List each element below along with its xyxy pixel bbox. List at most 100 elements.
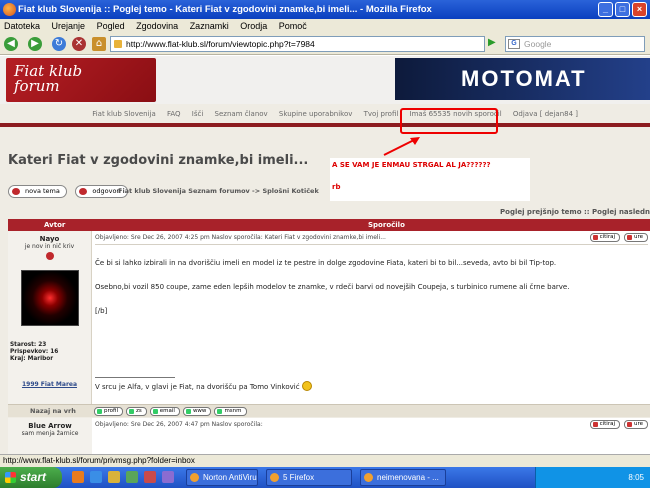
firefox-icon xyxy=(3,3,16,16)
google-icon: G xyxy=(508,39,520,49)
post-author-panel: Nayo je nov in nič kriv Starost: 23 Pris… xyxy=(8,231,92,404)
prev-next-topic-links[interactable]: Poglej prejšnjo temo :: Poglej nasledn xyxy=(500,208,650,216)
quote-button[interactable]: citiraj xyxy=(589,233,620,242)
clock: 8:05 xyxy=(628,473,644,482)
menu-view[interactable]: Pogled xyxy=(97,21,125,31)
next-post-body-panel: Objavljeno: Sre Dec 26, 2007 4:47 pm Nas… xyxy=(92,418,650,454)
quicklaunch-desktop-icon[interactable] xyxy=(126,471,138,483)
quicklaunch-media-icon[interactable] xyxy=(144,471,156,483)
quicklaunch-folder-icon[interactable] xyxy=(108,471,120,483)
close-button[interactable]: × xyxy=(632,2,647,17)
annotation-highlight-box xyxy=(400,108,498,134)
start-button[interactable]: start xyxy=(0,467,62,488)
post-author-rank: je nov in nič kriv xyxy=(24,243,75,250)
site-logo[interactable]: Fiat klub forum xyxy=(6,58,156,102)
page-content: Fiat klub forum MOTOMAT Fiat klub Sloven… xyxy=(0,56,650,454)
site-banner: Fiat klub forum MOTOMAT xyxy=(0,56,650,104)
popup-line1: A SE VAM JE ENMAU STRGAL AL JA?????? xyxy=(332,161,491,169)
go-icon[interactable]: ▶ xyxy=(488,37,498,51)
nav-search[interactable]: Išči xyxy=(192,110,204,118)
post-paragraph: [/b] xyxy=(95,307,108,315)
site-nav: Fiat klub Slovenija FAQ Išči Seznam član… xyxy=(0,106,650,123)
menu-help[interactable]: Pomoč xyxy=(279,21,307,31)
popup-line2: rb xyxy=(332,183,341,191)
author-column-header: Avtor xyxy=(44,221,66,229)
minimize-button[interactable]: _ xyxy=(598,2,613,17)
post-meta: Objavljeno: Sre Dec 26, 2007 4:25 pm Nas… xyxy=(95,234,386,241)
signature-divider xyxy=(95,377,175,378)
breadcrumb[interactable]: Fiat klub Slovenija Seznam forumov -> Sp… xyxy=(118,187,319,195)
avatar xyxy=(20,270,79,326)
nav-logout[interactable]: Odjava [ dejan84 ] xyxy=(513,110,578,118)
next-post-author-panel: Blue Arrow sam menja žarnice xyxy=(8,418,92,454)
home-icon[interactable]: ⌂ xyxy=(92,37,106,51)
nav-faq[interactable]: FAQ xyxy=(167,110,181,118)
next-post-author-name[interactable]: Blue Arrow xyxy=(8,422,92,430)
task-firefox[interactable]: 5 Firefox xyxy=(266,469,352,486)
nav-groups[interactable]: Skupine uporabnikov xyxy=(279,110,352,118)
msnm-button[interactable]: msnm xyxy=(214,407,247,416)
navigation-toolbar: ◀ ▶ ↻ ✕ ⌂ http://www.flat-klub.sl/forum/… xyxy=(0,33,650,55)
email-button[interactable]: email xyxy=(149,407,180,416)
menu-edit[interactable]: Urejanje xyxy=(52,21,86,31)
stop-icon[interactable]: ✕ xyxy=(72,37,86,51)
menu-tools[interactable]: Orodja xyxy=(240,21,267,31)
post-meta-divider xyxy=(95,244,648,245)
window-title-bar: Fiat klub Slovenija :: Poglej temo - Kat… xyxy=(0,0,650,19)
post-paragraph: Če bi si lahko izbirali in na dvoriščiu … xyxy=(95,259,557,267)
menu-file[interactable]: Datoteka xyxy=(4,21,40,31)
forward-icon[interactable]: ▶ xyxy=(28,37,42,51)
banner-ad[interactable]: MOTOMAT xyxy=(395,58,650,100)
profile-button[interactable]: profil xyxy=(94,407,123,416)
signature-text: V srcu je Alfa, v glavi je Fiat, na dvor… xyxy=(95,383,300,391)
next-post-meta: Objavljeno: Sre Dec 26, 2007 4:47 pm Nas… xyxy=(95,421,263,428)
author-age: Starost: 23 xyxy=(10,342,47,348)
task-paint[interactable]: neimenovana - ... xyxy=(360,469,446,486)
posts-table-header: Avtor Sporočilo xyxy=(8,219,650,231)
post-author-name[interactable]: Nayo xyxy=(8,235,91,243)
header-divider xyxy=(0,123,650,127)
address-bar[interactable]: http://www.flat-klub.sl/forum/viewtopic.… xyxy=(110,36,485,52)
taskbar: start Norton AntiVirus 5 Firefox neimeno… xyxy=(0,467,650,488)
quicklaunch-app-icon[interactable] xyxy=(162,471,174,483)
nav-home[interactable]: Fiat klub Slovenija xyxy=(92,110,156,118)
author-car-link[interactable]: 1999 Fiat Marea xyxy=(8,381,91,388)
nav-profile[interactable]: Tvoj profil xyxy=(364,110,399,118)
author-posts: Prispevkov: 16 xyxy=(10,349,59,355)
back-icon[interactable]: ◀ xyxy=(4,37,18,51)
new-topic-button[interactable]: nova tema xyxy=(8,185,67,198)
back-to-top-link[interactable]: Nazaj na vrh xyxy=(30,407,76,415)
maximize-button[interactable]: □ xyxy=(615,2,630,17)
quicklaunch-firefox-icon[interactable] xyxy=(72,471,84,483)
message-column-header: Sporočilo xyxy=(368,221,405,229)
smiley-icon xyxy=(301,381,312,391)
post-footer: Nazaj na vrh profil zs email www msnm xyxy=(8,404,650,417)
post-signature: V srcu je Alfa, v glavi je Fiat, na dvor… xyxy=(95,381,312,391)
system-tray: 8:05 xyxy=(535,467,650,488)
edit-button[interactable]: ure xyxy=(623,233,648,242)
post-paragraph: Osebno,bi vozil 850 coupe, zame eden lep… xyxy=(95,283,570,291)
author-location: Kraj: Maribor xyxy=(10,356,54,362)
annotation-arrow xyxy=(383,137,420,156)
annotation-popup: A SE VAM JE ENMAU STRGAL AL JA?????? rb xyxy=(330,158,530,201)
author-stats: Starost: 23 Prispevkov: 16 Kraj: Maribor xyxy=(8,342,91,363)
quicklaunch-ie-icon[interactable] xyxy=(90,471,102,483)
task-norton[interactable]: Norton AntiVirus xyxy=(186,469,258,486)
pm-button[interactable]: zs xyxy=(126,407,147,416)
menu-bar: Datoteka Urejanje Pogled Zgodovina Zazna… xyxy=(0,19,650,33)
search-input[interactable]: G Google xyxy=(505,36,645,52)
search-placeholder: Google xyxy=(524,39,552,49)
window-title: Fiat klub Slovenija :: Poglej temo - Kat… xyxy=(18,4,432,15)
menu-bookmarks[interactable]: Zaznamki xyxy=(190,21,229,31)
menu-history[interactable]: Zgodovina xyxy=(136,21,178,31)
nav-members[interactable]: Seznam članov xyxy=(215,110,268,118)
reload-icon[interactable]: ↻ xyxy=(52,37,66,51)
next-edit-button[interactable]: ure xyxy=(623,420,648,429)
www-button[interactable]: www xyxy=(182,407,212,416)
next-quote-button[interactable]: citiraj xyxy=(589,420,620,429)
rank-icon xyxy=(45,252,54,260)
next-post-author-rank: sam menja žarnice xyxy=(21,430,79,437)
post-body-panel: Objavljeno: Sre Dec 26, 2007 4:25 pm Nas… xyxy=(92,231,650,404)
status-bar: http://www.flat-klub.sl/forum/privmsg.ph… xyxy=(0,454,650,467)
topic-title[interactable]: Kateri Fiat v zgodovini znamke,bi imeli.… xyxy=(8,153,308,168)
